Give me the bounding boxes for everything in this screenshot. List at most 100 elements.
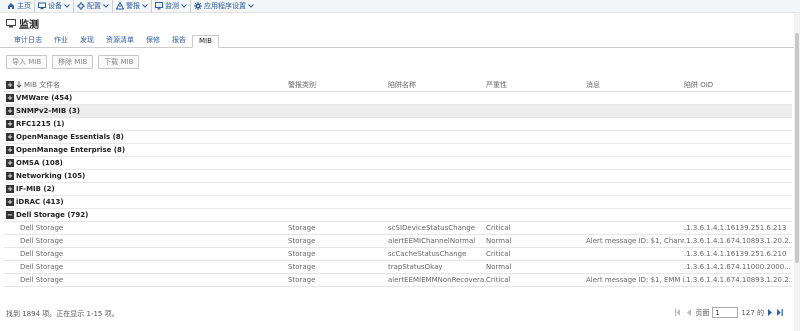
result-count-status: 找到 1894 项。正在显示 1-15 项。 <box>6 310 119 318</box>
plus-icon: + <box>6 185 14 193</box>
pagination: 页面 127 的 <box>675 307 784 318</box>
cell-message: Alert message ID: $1, Chann... <box>586 237 684 245</box>
column-header-message[interactable]: 消息 <box>586 80 684 90</box>
nav-item-configuration[interactable]: 配置 <box>74 0 113 13</box>
nav-item-monitoring[interactable]: 监测 <box>152 0 191 13</box>
first-page-icon[interactable] <box>675 309 683 316</box>
devices-icon <box>38 2 46 10</box>
import-mib-button[interactable]: 导入 MIB <box>6 55 48 69</box>
table-row[interactable]: Dell Storage Storage scCacheStatusChange Cr… <box>4 248 792 261</box>
plus-icon: + <box>6 159 14 167</box>
expand-toggle[interactable]: + <box>4 198 16 206</box>
cell-category: Storage <box>288 276 316 284</box>
table-row[interactable]: Dell Storage Storage trapStatusOkay Normal.… <box>4 261 792 274</box>
plus-icon: + <box>6 198 14 206</box>
tab-5[interactable]: 保修 <box>140 35 166 47</box>
expand-toggle[interactable]: − <box>4 211 16 219</box>
column-header-trap-oid[interactable]: 陷阱 OID <box>684 80 792 90</box>
next-page-icon[interactable] <box>767 309 773 316</box>
column-header-trap-name[interactable]: 陷阱名称 <box>388 80 486 90</box>
group-label: RFC1215 (1) <box>16 120 65 128</box>
group-label: OMSA (108) <box>16 159 63 167</box>
cell-trap-oid: .1.3.6.1.4.1.674.11000.2000... <box>684 263 791 271</box>
nav-item-label: 应用程序设置 <box>204 2 246 10</box>
group-row[interactable]: + iDRAC (413) <box>4 196 792 209</box>
nav-item-label: 主页 <box>17 2 31 10</box>
group-label: OpenManage Essentials (8) <box>16 133 124 141</box>
cell-message: Alert message ID: $1, EMM i... <box>586 276 684 284</box>
last-page-icon[interactable] <box>776 309 784 316</box>
group-row[interactable]: + RFC1215 (1) <box>4 118 792 131</box>
cell-trap-oid: .1.3.6.1.4.1.16139.251.6.210 <box>684 250 787 258</box>
tab-6[interactable]: 报告 <box>166 35 192 47</box>
monitor-page-icon <box>6 19 16 28</box>
page-header: 监测 <box>6 16 39 31</box>
cell-mib-name: Dell Storage <box>20 237 64 245</box>
cell-category: Storage <box>288 224 316 232</box>
group-row[interactable]: + Networking (105) <box>4 170 792 183</box>
tab-3[interactable]: 发现 <box>74 35 100 47</box>
download-mib-button[interactable]: 下载 MIB <box>98 55 140 69</box>
cell-mib-name: Dell Storage <box>20 250 64 258</box>
expand-toggle[interactable]: + <box>4 133 16 141</box>
group-label: Networking (105) <box>16 172 86 180</box>
plus-icon: + <box>6 107 14 115</box>
tab-7[interactable]: MIB <box>192 35 219 48</box>
cell-trap-name: scSIDeviceStatusChange <box>388 224 476 232</box>
expand-toggle[interactable]: + <box>4 172 16 180</box>
group-row[interactable]: + IF-MIB (2) <box>4 183 792 196</box>
table-row[interactable]: Dell Storage Storage alertEEMIChannelNorma… <box>4 235 792 248</box>
cell-trap-name: scCacheStatusChange <box>388 250 467 258</box>
nav-item-devices[interactable]: 设备 <box>35 0 74 13</box>
monitoring-icon <box>155 2 163 10</box>
plus-icon: + <box>6 146 14 154</box>
page-number-input[interactable] <box>712 307 739 318</box>
tab-1[interactable]: 审计日志 <box>8 35 48 47</box>
expand-toggle[interactable]: + <box>4 120 16 128</box>
column-header-category[interactable]: 警报类别 <box>288 80 388 90</box>
table-row[interactable]: Dell Storage Storage scSIDeviceStatusChang… <box>4 222 792 235</box>
scrollbar-thumb[interactable] <box>795 33 799 263</box>
chevron-down-icon <box>103 4 109 8</box>
sort-descending-icon <box>16 81 22 88</box>
nav-item-label: 设备 <box>48 2 62 10</box>
cell-trap-name: alertEEMIEMMNonRecovera... <box>388 276 486 284</box>
group-row[interactable]: − Dell Storage (792) <box>4 209 792 222</box>
grid-body: + VMWare (454) + SNMPv2-MIB (3) + RFC1215 (1)… <box>4 92 792 287</box>
nav-item-alerts[interactable]: 警报 <box>113 0 152 13</box>
cell-severity: Normal <box>486 237 512 245</box>
group-row[interactable]: + VMWare (454) <box>4 92 792 105</box>
chevron-down-icon <box>181 4 187 8</box>
plus-icon: + <box>6 133 14 141</box>
expand-toggle[interactable]: + <box>4 185 16 193</box>
remove-mib-button[interactable]: 移除 MIB <box>52 55 94 69</box>
cell-severity: Critical <box>486 276 511 284</box>
previous-page-icon[interactable] <box>686 309 692 316</box>
cell-category: Storage <box>288 250 316 258</box>
group-row[interactable]: + OpenManage Essentials (8) <box>4 131 792 144</box>
expand-toggle[interactable]: + <box>4 146 16 154</box>
chevron-down-icon <box>248 4 254 8</box>
grid-header: + MIB 文件名 警报类别 陷阱名称 严重性 消息 陷阱 OID <box>4 78 792 92</box>
table-row[interactable]: Dell Storage Storage alertEEMIEMMNonRecove… <box>4 274 792 287</box>
cell-trap-oid: .1.3.6.1.4.1.674.10893.1.20.2... <box>684 237 792 245</box>
expand-toggle[interactable]: + <box>4 107 16 115</box>
group-row[interactable]: + OMSA (108) <box>4 157 792 170</box>
group-row[interactable]: + SNMPv2-MIB (3) <box>4 105 792 118</box>
column-header-severity[interactable]: 严重性 <box>486 80 586 90</box>
group-row[interactable]: + OpenManage Enterprise (8) <box>4 144 792 157</box>
tab-4[interactable]: 资源清单 <box>100 35 140 47</box>
cell-trap-oid: .1.3.6.1.4.1.674.10893.1.20.2... <box>684 276 792 284</box>
mib-grid: + MIB 文件名 警报类别 陷阱名称 严重性 消息 陷阱 OID + VMWar… <box>4 78 792 287</box>
group-label: OpenManage Enterprise (8) <box>16 146 126 154</box>
expand-all-toggle[interactable]: + <box>4 80 16 89</box>
cell-severity: Critical <box>486 250 511 258</box>
expand-toggle[interactable]: + <box>4 94 16 102</box>
expand-toggle[interactable]: + <box>4 159 16 167</box>
group-label: VMWare (454) <box>16 94 73 102</box>
nav-item-settings-gear[interactable]: 应用程序设置 <box>191 0 257 13</box>
tab-2[interactable]: 作业 <box>48 35 74 47</box>
vertical-scrollbar[interactable] <box>794 13 800 331</box>
column-header-mib-name[interactable]: MIB 文件名 <box>16 80 288 90</box>
nav-item-home[interactable]: 主页 <box>4 0 35 13</box>
